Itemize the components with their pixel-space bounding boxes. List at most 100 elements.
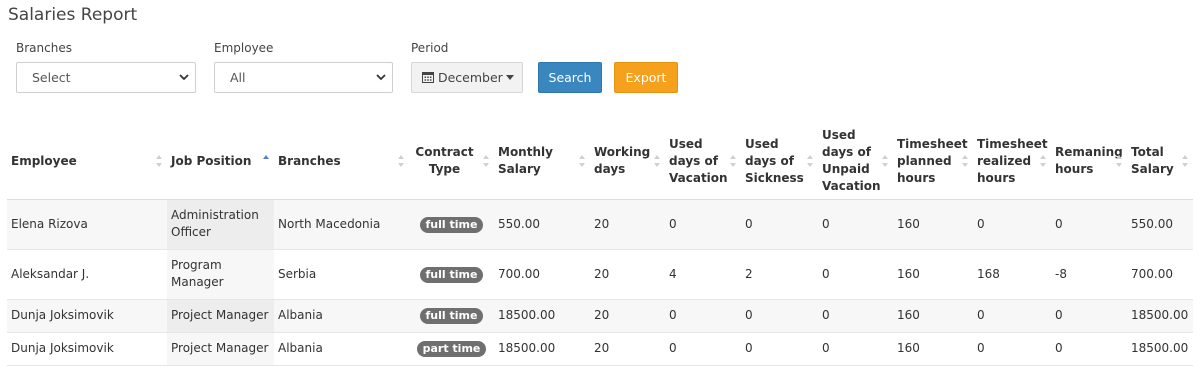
column-header-branches[interactable]: Branches: [274, 124, 409, 200]
cell-job-position: Administration Officer: [167, 199, 274, 250]
period-value: December: [437, 70, 503, 85]
cell-unpaid-vacation-days: 0: [818, 249, 893, 300]
cell-branch: Albania: [274, 332, 409, 366]
cell-job-position: Project Manager: [167, 332, 274, 366]
cell-job-position: Program Manager: [167, 249, 274, 300]
cell-vacation-days: 0: [665, 299, 741, 333]
contract-type-badge: part time: [416, 341, 487, 357]
branches-select[interactable]: Select: [16, 62, 196, 93]
cell-branch: North Macedonia: [274, 199, 409, 250]
employee-select-value: All: [230, 70, 246, 85]
table-row: Aleksandar J. Program Manager Serbia ful…: [7, 249, 1193, 300]
sort-asc-icon: [263, 155, 269, 160]
cell-working-days: 20: [590, 299, 665, 333]
branches-select-value: Select: [32, 70, 71, 85]
cell-total-salary: 18500.00: [1127, 299, 1193, 333]
search-button[interactable]: Search: [538, 62, 602, 93]
chevron-down-icon: [179, 74, 189, 81]
cell-realized-hours: 168: [973, 249, 1051, 300]
cell-employee: Dunja Joksimovik: [7, 299, 167, 333]
salaries-table: Employee Job Position Branches Contract …: [7, 124, 1193, 366]
column-header-realized-hours[interactable]: Timesheet realized hours: [973, 124, 1051, 200]
table-row: Dunja Joksimovik Project Manager Albania…: [7, 299, 1193, 333]
cell-realized-hours: 0: [973, 299, 1051, 333]
sort-both-icon: [156, 155, 162, 168]
table-body: Elena Rizova Administration Officer Nort…: [7, 199, 1193, 366]
cell-branch: Albania: [274, 299, 409, 333]
cell-working-days: 20: [590, 249, 665, 300]
sort-both-icon: [483, 155, 489, 168]
export-button[interactable]: Export: [614, 62, 678, 93]
cell-vacation-days: 4: [665, 249, 741, 300]
sort-both-icon: [962, 155, 968, 168]
cell-remaining-hours: -8: [1051, 249, 1127, 300]
contract-type-badge: full time: [419, 308, 484, 324]
column-header-planned-hours[interactable]: Timesheet planned hours: [893, 124, 973, 200]
table-row: Dunja Joksimovik Project Manager Albania…: [7, 332, 1193, 366]
cell-sickness-days: 0: [741, 199, 818, 250]
cell-remaining-hours: 0: [1051, 299, 1127, 333]
filter-bar: Branches Select Employee All Period Dece…: [0, 0, 1200, 110]
calendar-icon: [422, 72, 434, 83]
column-header-job-position[interactable]: Job Position: [167, 124, 274, 200]
cell-total-salary: 550.00: [1127, 199, 1193, 250]
cell-sickness-days: 0: [741, 332, 818, 366]
cell-branch: Serbia: [274, 249, 409, 300]
cell-working-days: 20: [590, 199, 665, 250]
column-header-remaining-hours[interactable]: Remaning hours: [1051, 124, 1127, 200]
cell-contract-type: full time: [409, 299, 494, 333]
column-header-vacation-days[interactable]: Used days of Vacation: [665, 124, 741, 200]
table-row: Elena Rizova Administration Officer Nort…: [7, 199, 1193, 250]
column-header-employee[interactable]: Employee: [7, 124, 167, 200]
cell-planned-hours: 160: [893, 332, 973, 366]
cell-monthly-salary: 18500.00: [494, 299, 590, 333]
cell-realized-hours: 0: [973, 332, 1051, 366]
sort-both-icon: [398, 155, 404, 168]
column-header-sickness-days[interactable]: Used days of Sickness: [741, 124, 818, 200]
employee-select[interactable]: All: [214, 62, 393, 93]
contract-type-badge: full time: [419, 216, 484, 233]
cell-vacation-days: 0: [665, 199, 741, 250]
period-dropdown-button[interactable]: December: [411, 62, 523, 93]
column-header-total-salary[interactable]: Total Salary: [1127, 124, 1193, 200]
caret-down-icon: [505, 75, 514, 80]
cell-employee: Elena Rizova: [7, 199, 167, 250]
cell-planned-hours: 160: [893, 299, 973, 333]
sort-both-icon: [579, 155, 585, 168]
employee-label: Employee: [214, 41, 274, 55]
column-header-unpaid-vacation-days[interactable]: Used days of Unpaid Vacation: [818, 124, 893, 200]
cell-total-salary: 700.00: [1127, 249, 1193, 300]
cell-employee: Dunja Joksimovik: [7, 332, 167, 366]
sort-both-icon: [1116, 155, 1122, 168]
cell-contract-type: full time: [409, 199, 494, 250]
cell-unpaid-vacation-days: 0: [818, 332, 893, 366]
cell-sickness-days: 2: [741, 249, 818, 300]
sort-both-icon: [882, 155, 888, 168]
cell-planned-hours: 160: [893, 199, 973, 250]
table-header: Employee Job Position Branches Contract …: [7, 124, 1193, 200]
cell-remaining-hours: 0: [1051, 332, 1127, 366]
sort-both-icon: [730, 155, 736, 168]
column-header-monthly-salary[interactable]: Monthly Salary: [494, 124, 590, 200]
cell-realized-hours: 0: [973, 199, 1051, 250]
cell-unpaid-vacation-days: 0: [818, 299, 893, 333]
column-header-contract-type[interactable]: Contract Type: [409, 124, 494, 200]
cell-job-position: Project Manager: [167, 299, 274, 333]
chevron-down-icon: [376, 74, 386, 81]
cell-monthly-salary: 18500.00: [494, 332, 590, 366]
cell-working-days: 20: [590, 332, 665, 366]
sort-both-icon: [654, 155, 660, 168]
sort-both-icon: [807, 155, 813, 168]
cell-total-salary: 18500.00: [1127, 332, 1193, 366]
branches-label: Branches: [16, 41, 72, 55]
cell-vacation-days: 0: [665, 332, 741, 366]
cell-planned-hours: 160: [893, 249, 973, 300]
cell-monthly-salary: 550.00: [494, 199, 590, 250]
column-header-working-days[interactable]: Working days: [590, 124, 665, 200]
period-label: Period: [411, 41, 449, 55]
cell-contract-type: part time: [409, 332, 494, 366]
sort-both-icon: [1040, 155, 1046, 168]
contract-type-badge: full time: [419, 266, 484, 283]
cell-monthly-salary: 700.00: [494, 249, 590, 300]
cell-remaining-hours: 0: [1051, 199, 1127, 250]
